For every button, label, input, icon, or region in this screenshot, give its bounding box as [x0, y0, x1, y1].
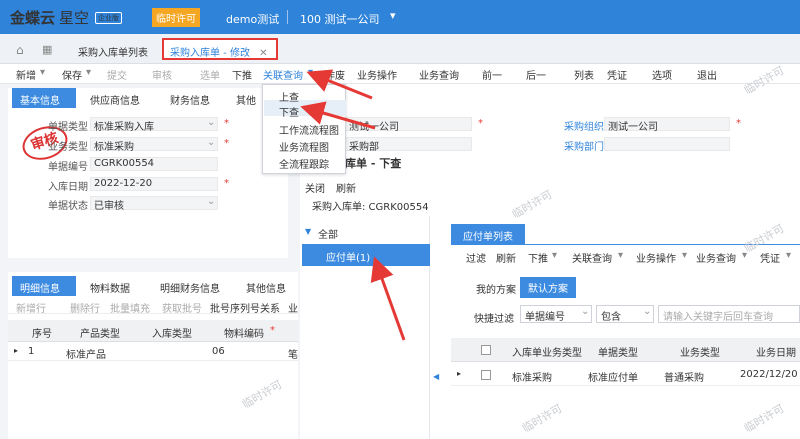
arrow-to-related-query [306, 69, 373, 100]
arrow-to-downstream [300, 101, 376, 130]
annotation-arrows [300, 69, 406, 341]
arrow-to-payable [370, 256, 406, 341]
